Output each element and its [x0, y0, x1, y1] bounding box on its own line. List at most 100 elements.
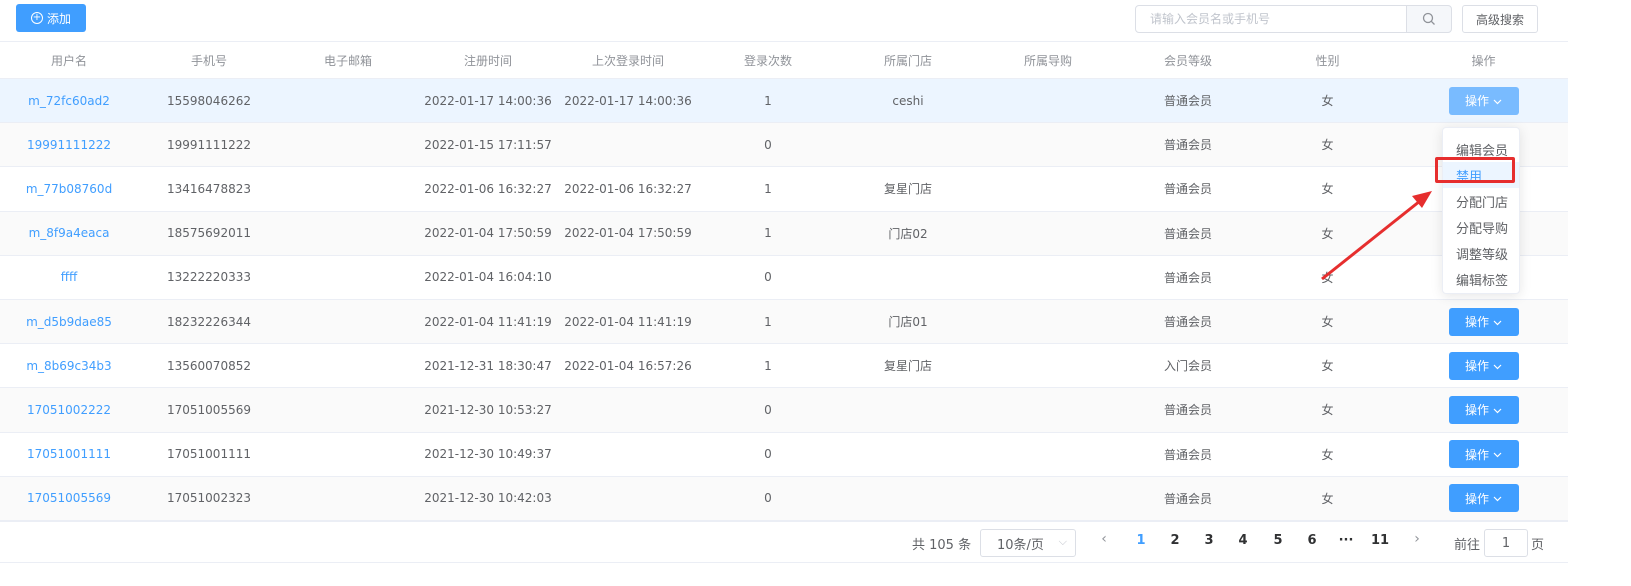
page-1[interactable]: 1: [1131, 533, 1151, 548]
page-6[interactable]: 6: [1302, 533, 1322, 548]
page-size-value: 10条/页: [997, 537, 1044, 553]
cell-login-count: 0: [764, 402, 772, 417]
cell-username[interactable]: 17051005569: [0, 477, 138, 520]
cell-level: 普通会员: [1163, 491, 1212, 506]
menu-item-adjust-level[interactable]: 调整等级: [1443, 240, 1519, 266]
cell-store: [840, 433, 976, 476]
action-dropdown-menu: 编辑会员 禁用 分配门店 分配导购 调整等级 编辑标签: [1442, 127, 1520, 294]
cell-guide: [976, 167, 1120, 210]
cell-level: 普通会员: [1163, 447, 1212, 462]
action-dropdown-button[interactable]: 操作: [1448, 484, 1519, 513]
cell-login-count: 0: [764, 270, 772, 285]
page-2[interactable]: 2: [1165, 533, 1185, 548]
page-size-select[interactable]: 10条/页 ⌵: [980, 529, 1076, 557]
action-dropdown-button[interactable]: 操作: [1448, 395, 1519, 424]
cell-phone: 17051002323: [167, 491, 251, 506]
table-row: m_d5b9dae85 18232226344 2022-01-04 11:41:1…: [0, 299, 1568, 345]
menu-item-assign-store[interactable]: 分配门店: [1443, 188, 1519, 214]
table-body: m_72fc60ad2 15598046262 2022-01-17 14:00:3…: [0, 79, 1568, 521]
action-dropdown-button[interactable]: 操作: [1448, 307, 1519, 336]
cell-guide: [976, 123, 1120, 166]
cell-store: [840, 477, 976, 520]
table-row: 19991111222 19991111222 2022-01-15 17:11:5…: [0, 123, 1568, 168]
cell-username[interactable]: m_8f9a4eaca: [0, 212, 138, 255]
cell-gender: 女: [1321, 94, 1334, 109]
chevron-down-icon: [1493, 359, 1502, 373]
next-page-icon[interactable]: ›: [1407, 531, 1427, 547]
cell-login-count: 1: [764, 358, 772, 373]
cell-login-count: 1: [764, 226, 772, 241]
cell-login-count: 0: [764, 137, 772, 152]
cell-last-login: [560, 123, 696, 166]
cell-login-count: 1: [764, 314, 772, 329]
goto-page-input[interactable]: [1484, 529, 1528, 557]
cell-store: 复星门店: [883, 359, 932, 374]
search-input[interactable]: [1135, 5, 1407, 33]
cell-phone: 18232226344: [167, 314, 251, 329]
cell-store: [840, 256, 976, 299]
cell-login-count: 0: [764, 447, 772, 462]
chevron-down-icon: [1493, 403, 1502, 417]
cell-username[interactable]: 17051001111: [0, 433, 138, 476]
cell-username[interactable]: m_d5b9dae85: [0, 300, 138, 343]
cell-register-time: 2021-12-30 10:42:03: [424, 491, 552, 506]
cell-username[interactable]: ffff: [0, 256, 138, 299]
table-row: m_8b69c34b3 13560070852 2021-12-31 18:30:4…: [0, 344, 1568, 389]
table-row: m_77b08760d 13416478823 2022-01-06 16:32:2…: [0, 167, 1568, 212]
cell-guide: [976, 79, 1120, 122]
action-button-label: 操作: [1464, 315, 1489, 330]
header-email: 电子邮箱: [323, 53, 372, 68]
menu-item-assign-guide[interactable]: 分配导购: [1443, 214, 1519, 240]
cell-guide: [976, 344, 1120, 387]
cell-username[interactable]: m_8b69c34b3: [0, 344, 138, 387]
table-row: 17051005569 17051002323 2021-12-30 10:42:0…: [0, 476, 1568, 521]
add-button-label: 添加: [46, 11, 71, 26]
cell-store: [840, 123, 976, 166]
cell-phone: 13560070852: [167, 358, 251, 373]
action-dropdown-button[interactable]: 操作: [1448, 351, 1519, 380]
cell-username[interactable]: 19991111222: [0, 123, 138, 166]
cell-phone: 19991111222: [167, 137, 251, 152]
cell-level: 入门会员: [1163, 359, 1212, 374]
header-login-count: 登录次数: [743, 53, 792, 68]
action-dropdown-button[interactable]: 操作: [1448, 86, 1519, 115]
cell-phone: 17051005569: [167, 402, 251, 417]
cell-phone: 13222220333: [167, 270, 251, 285]
page-11[interactable]: 11: [1370, 533, 1390, 548]
chevron-down-icon: ⌵: [1058, 535, 1067, 548]
table-row: m_8f9a4eaca 18575692011 2022-01-04 17:50:5…: [0, 211, 1568, 256]
add-button[interactable]: + 添加: [16, 4, 86, 32]
cell-username[interactable]: m_72fc60ad2: [0, 79, 138, 122]
action-button-label: 操作: [1464, 491, 1489, 506]
chevron-down-icon: [1493, 447, 1502, 461]
cell-gender: 女: [1321, 359, 1334, 374]
cell-store: [840, 388, 976, 431]
cell-level: 普通会员: [1163, 94, 1212, 109]
cell-level: 普通会员: [1163, 182, 1212, 197]
page-5[interactable]: 5: [1268, 533, 1288, 548]
search-button[interactable]: [1406, 5, 1452, 33]
page-unit-label: 页: [1531, 538, 1545, 553]
cell-register-time: 2022-01-04 11:41:19: [424, 314, 552, 329]
cell-last-login: 2022-01-17 14:00:36: [564, 93, 692, 108]
plus-circle-icon: +: [30, 12, 43, 24]
cell-username[interactable]: m_77b08760d: [0, 167, 138, 210]
page-3[interactable]: 3: [1199, 533, 1219, 548]
advanced-search-button[interactable]: 高级搜索: [1462, 5, 1538, 33]
cell-username[interactable]: 17051002222: [0, 388, 138, 431]
prev-page-icon[interactable]: ‹: [1094, 531, 1114, 547]
action-button-label: 操作: [1464, 359, 1489, 374]
table-header: 用户名 手机号 电子邮箱 注册时间 上次登录时间 登录次数 所属门店 所属导购 …: [0, 41, 1568, 79]
page-4[interactable]: 4: [1233, 533, 1253, 548]
page-ellipsis[interactable]: ···: [1336, 533, 1356, 548]
cell-gender: 女: [1321, 491, 1334, 506]
cell-last-login: [560, 433, 696, 476]
cell-store: 复星门店: [883, 182, 932, 197]
cell-register-time: 2021-12-31 18:30:47: [424, 358, 552, 373]
cell-register-time: 2022-01-06 16:32:27: [424, 181, 552, 196]
action-dropdown-button[interactable]: 操作: [1448, 440, 1519, 469]
cell-email: [280, 123, 416, 166]
cell-email: [280, 79, 416, 122]
menu-item-edit-tags[interactable]: 编辑标签: [1443, 266, 1519, 292]
cell-actions: 操作: [1399, 433, 1568, 476]
